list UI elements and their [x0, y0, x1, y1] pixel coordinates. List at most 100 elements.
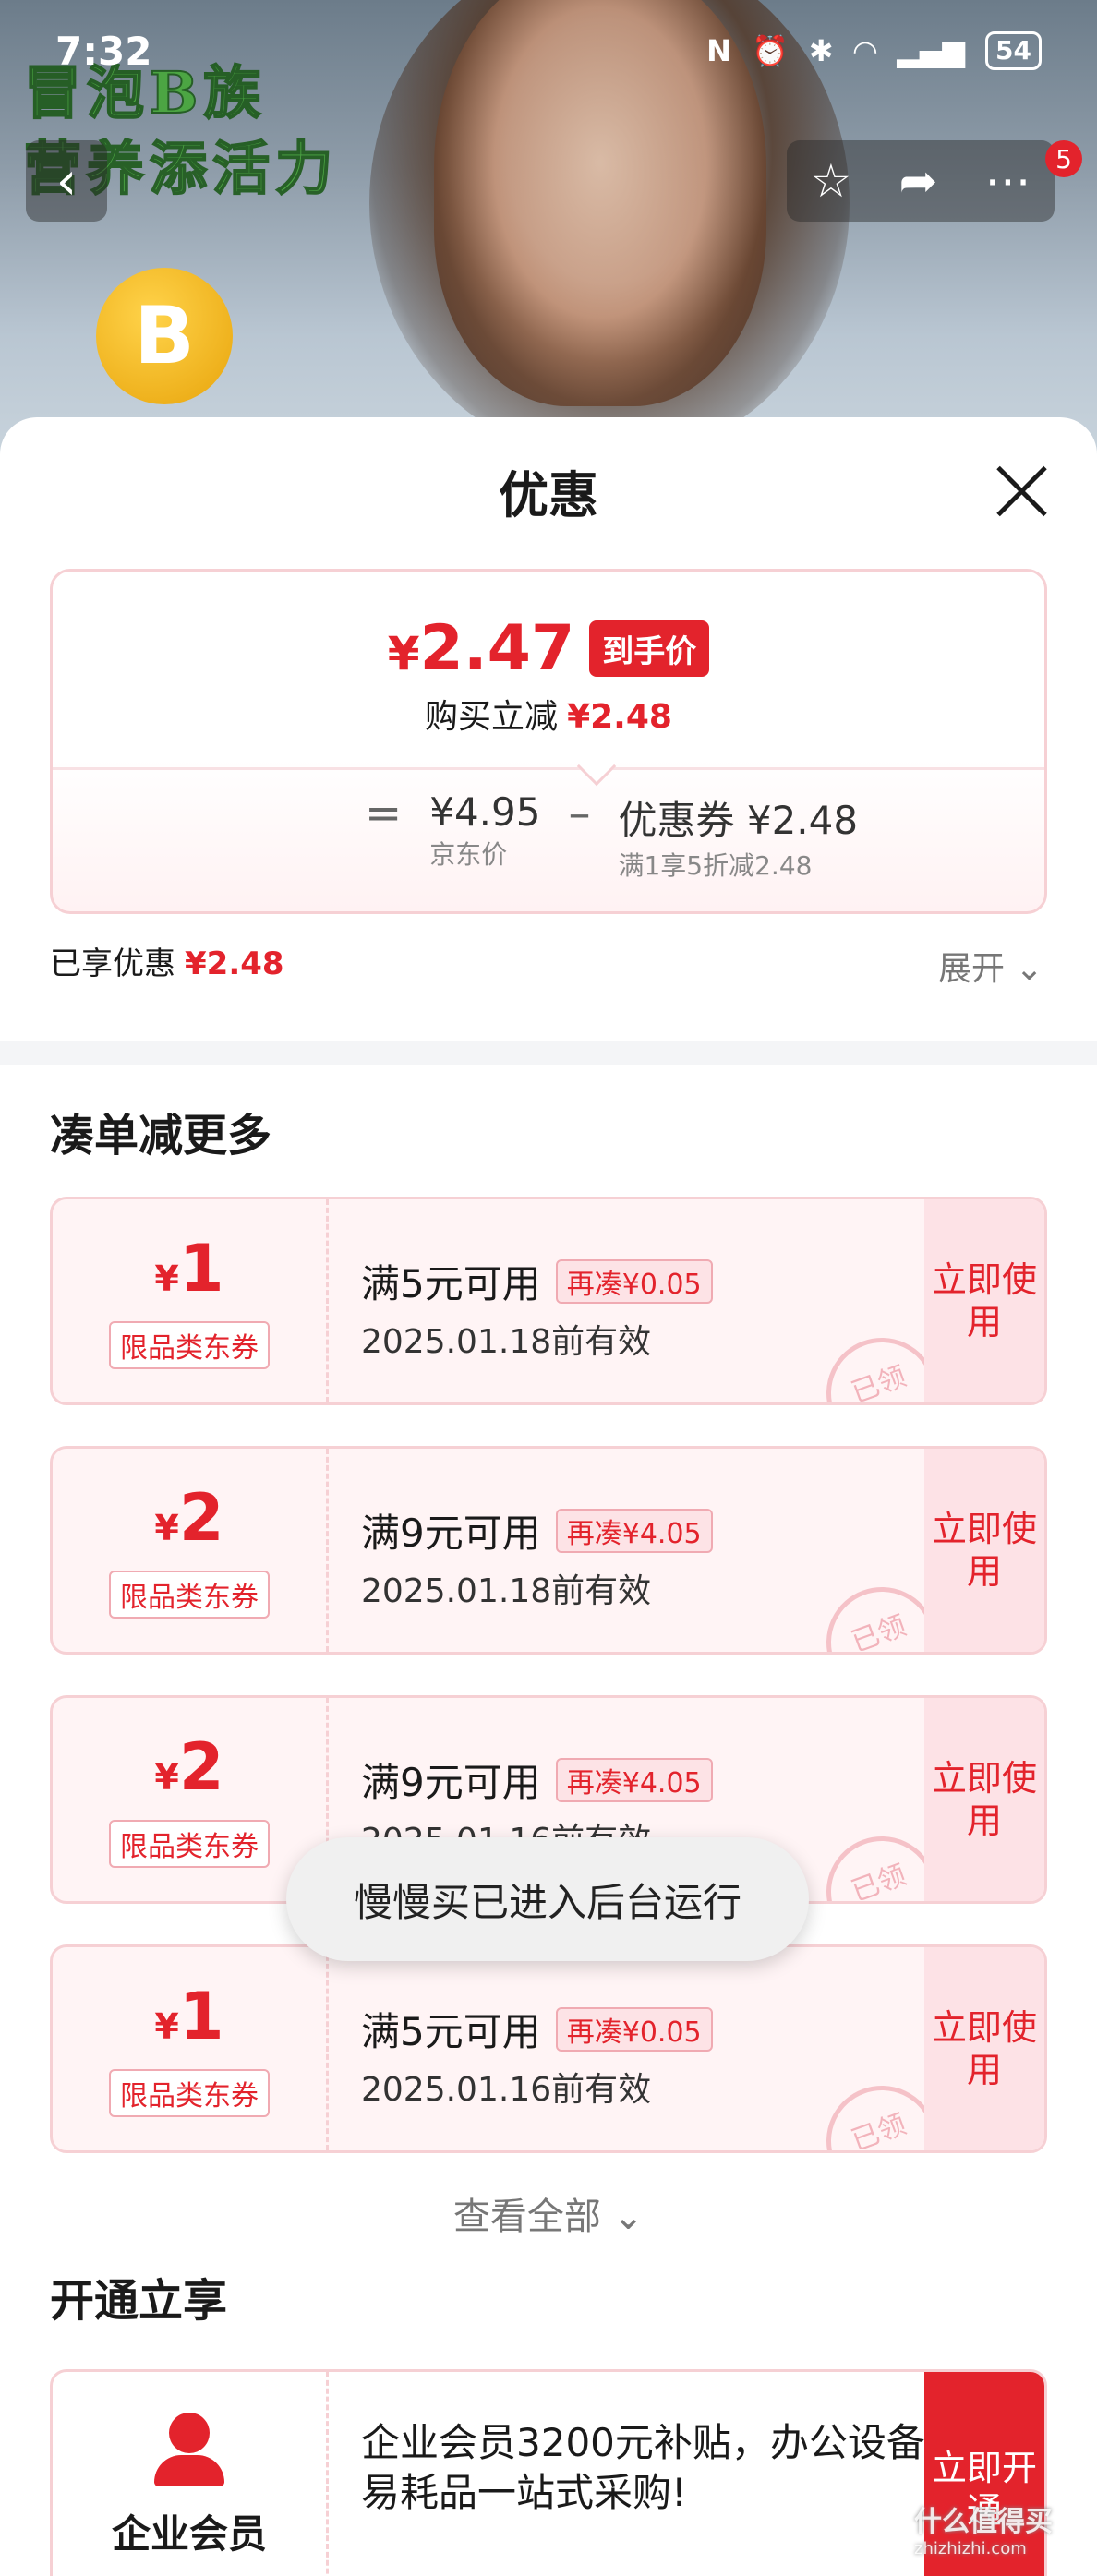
coupon-valid-date: 2025.01.18前有效	[361, 1572, 652, 1610]
section-separator	[0, 1041, 1097, 1065]
coupon-amount-value: 2	[178, 1728, 224, 1805]
jd-price-label: 京东价	[429, 839, 508, 870]
coupon-amount: ¥2	[154, 1732, 223, 1812]
view-all-button[interactable]: 查看全部 ⌄	[0, 2186, 1097, 2240]
sheet-title: 优惠	[499, 466, 598, 524]
jd-price: ¥4.95	[429, 789, 541, 835]
coupon-value-block: ¥1 限品类东券	[53, 1947, 326, 2150]
battery-icon: 54	[985, 31, 1042, 70]
coupon-card[interactable]: ¥2 限品类东券 满9元可用 再凑¥4.05 2025.01.18前有效 已领 立…	[50, 1446, 1047, 1655]
coupon-amount: ¥1	[154, 1981, 223, 2062]
coupon-divider	[326, 1947, 329, 2150]
final-price: ¥2.47	[388, 612, 575, 685]
chevron-down-icon: ⌄	[612, 2196, 645, 2238]
coupon-value-block: ¥2 限品类东券	[53, 1449, 326, 1652]
coupon-info: 满9元可用 再凑¥4.05 2025.01.18前有效	[361, 1502, 713, 1612]
coupon-condition: 满5元可用	[361, 1261, 541, 1306]
coupon-category: 限品类东券	[109, 1320, 270, 1369]
price-caret	[576, 746, 617, 787]
coupon-info: 满5元可用 再凑¥0.05 2025.01.18前有效	[361, 1253, 713, 1363]
coupon-category: 限品类东券	[109, 2068, 270, 2117]
instant-reduce-value: ¥2.48	[567, 698, 672, 736]
bluetooth-icon: ✱	[808, 33, 834, 68]
status-icons: N ⏰ ✱ ◠ ▂▄▆ 54	[706, 31, 1042, 70]
coupon-condition: 满9元可用	[361, 1511, 541, 1556]
coupon-condition-row: 满9元可用 再凑¥4.05	[361, 1502, 713, 1559]
currency-symbol: ¥	[154, 1756, 179, 1798]
share-icon[interactable]: ➦	[898, 158, 937, 204]
coupon-condition: 满5元可用	[361, 2009, 541, 2054]
coupon-amount: ¥2	[154, 1483, 223, 1563]
coupon-more-needed: 再凑¥0.05	[555, 1258, 713, 1304]
final-price-tag: 到手价	[589, 620, 710, 677]
nfc-icon: N	[706, 33, 731, 68]
open-section-title: 开通立享	[50, 2275, 228, 2327]
close-icon[interactable]	[994, 463, 1049, 519]
star-icon[interactable]: ☆	[811, 158, 852, 204]
coupon-more-needed: 再凑¥4.05	[555, 1508, 713, 1553]
member-description: 企业会员3200元补贴，办公设备/易耗品一站式采购!	[361, 2420, 939, 2515]
coupon-category: 限品类东券	[109, 1570, 270, 1619]
enterprise-member-card[interactable]: 企业会员 企业会员3200元补贴，办公设备/易耗品一站式采购! 立即开通	[50, 2369, 1047, 2576]
status-bar: 7:32 N ⏰ ✱ ◠ ▂▄▆ 54	[0, 0, 1097, 102]
coupon-info: 满5元可用 再凑¥0.05 2025.01.16前有效	[361, 2001, 713, 2111]
member-name: 企业会员	[111, 2511, 267, 2557]
coupon-value-block: ¥2 限品类东券	[53, 1698, 326, 1901]
coupon-category: 限品类东券	[109, 1819, 270, 1868]
use-coupon-button[interactable]: 立即使用	[924, 1199, 1044, 1402]
coupon-divider	[326, 1199, 329, 1402]
alarm-icon: ⏰	[751, 33, 789, 68]
coupon-condition-row: 满5元可用 再凑¥0.05	[361, 1253, 713, 1309]
background-toast: 慢慢买已进入后台运行	[286, 1837, 809, 1961]
jd-price-cell: ¥4.95 京东价	[429, 789, 540, 872]
coupon-amount-value: 1	[178, 1230, 224, 1306]
watermark: 什么值得买 zhizhizhi.com	[914, 2498, 1053, 2558]
back-button[interactable]: ‹	[26, 140, 107, 222]
instant-reduce-label: 购买立减	[425, 698, 559, 736]
final-price-value: 2.47	[419, 612, 575, 685]
coupon-discount-label: 优惠券	[618, 798, 735, 843]
coupon-discount-rule: 满1享5折减2.48	[618, 850, 813, 881]
use-coupon-button[interactable]: 立即使用	[924, 1449, 1044, 1652]
minus-sign: –	[568, 788, 591, 839]
watermark-url: zhizhizhi.com	[914, 2539, 1027, 2558]
coupon-value-block: ¥1 限品类东券	[53, 1199, 326, 1402]
currency-symbol: ¥	[154, 2005, 179, 2047]
instant-reduce: 购买立减 ¥2.48	[53, 690, 1044, 738]
coupon-amount-value: 2	[178, 1479, 224, 1556]
currency-symbol: ¥	[154, 1507, 179, 1548]
final-price-row: ¥2.47 到手价	[53, 612, 1044, 685]
expand-button[interactable]: 展开 ⌄	[938, 942, 1043, 990]
discount-sheet: 优惠 ¥2.47 到手价 购买立减 ¥2.48 = ¥4.95 京东价 – 优惠券…	[0, 417, 1097, 2576]
coupon-valid-date: 2025.01.16前有效	[361, 2071, 652, 2109]
nav-actions: ☆ ➦ ⋯	[787, 140, 1055, 222]
equals-sign: =	[365, 788, 403, 839]
person-icon	[152, 2413, 226, 2486]
coupon-amount-value: 1	[178, 1978, 224, 2054]
coupon-card[interactable]: ¥1 限品类东券 满5元可用 再凑¥0.05 2025.01.18前有效 已领 立…	[50, 1197, 1047, 1405]
coupon-more-needed: 再凑¥4.05	[555, 1757, 713, 1802]
price-formula: = ¥4.95 京东价 – 优惠券 ¥2.48 满1享5折减2.48	[365, 789, 858, 883]
coupon-card[interactable]: ¥1 限品类东券 满5元可用 再凑¥0.05 2025.01.16前有效 已领 立…	[50, 1944, 1047, 2153]
use-coupon-button[interactable]: 立即使用	[924, 1698, 1044, 1901]
view-all-label: 查看全部	[452, 2196, 601, 2238]
member-badge: 企业会员	[53, 2372, 326, 2576]
combine-section-title: 凑单减更多	[50, 1110, 272, 1162]
coupon-divider	[326, 1449, 329, 1652]
coupon-amount: ¥1	[154, 1234, 223, 1314]
chevron-left-icon: ‹	[55, 150, 78, 211]
watermark-text: 什么值得买	[914, 2506, 1053, 2538]
expand-label: 展开	[938, 950, 1006, 988]
enjoyed-discount: 已享优惠 ¥2.48	[50, 938, 284, 983]
more-icon[interactable]: ⋯	[984, 158, 1031, 204]
final-price-card: ¥2.47 到手价 购买立减 ¥2.48 = ¥4.95 京东价 – 优惠券 ¥2…	[50, 569, 1047, 914]
use-coupon-button[interactable]: 立即使用	[924, 1947, 1044, 2150]
brand-logo: B	[96, 268, 233, 404]
status-time: 7:32	[55, 28, 152, 74]
coupon-condition: 满9元可用	[361, 1760, 541, 1805]
coupon-discount-cell: 优惠券 ¥2.48 满1享5折减2.48	[618, 789, 858, 883]
coupon-more-needed: 再凑¥0.05	[555, 2006, 713, 2052]
coupon-discount-value: ¥2.48	[746, 798, 859, 843]
currency-symbol: ¥	[387, 627, 420, 680]
signal-icon: ▂▄▆	[897, 33, 966, 68]
